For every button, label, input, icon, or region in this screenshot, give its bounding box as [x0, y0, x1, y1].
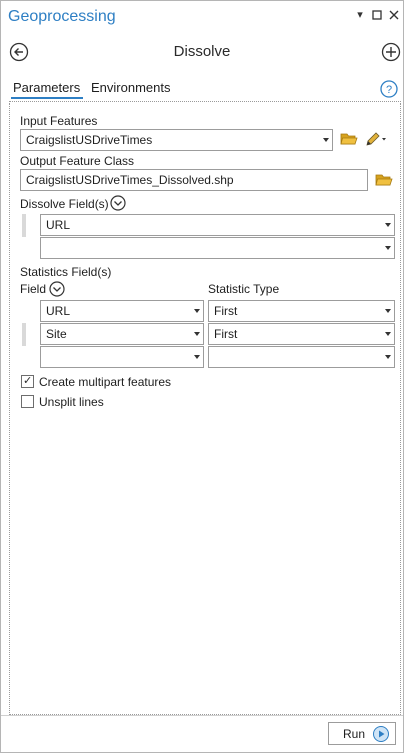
- statistics-field-dropdown-1[interactable]: URL: [40, 300, 204, 322]
- row-handle[interactable]: [22, 323, 26, 346]
- chevron-down-icon: [385, 223, 391, 227]
- statistics-fields-label: Statistics Field(s): [20, 265, 112, 279]
- chevron-down-icon: [194, 355, 200, 359]
- create-multipart-checkbox[interactable]: ✓: [21, 375, 34, 388]
- output-feature-class-value: CraigslistUSDriveTimes_Dissolved.shp: [26, 173, 234, 187]
- output-feature-class-label: Output Feature Class: [20, 154, 135, 168]
- help-button[interactable]: ?: [380, 80, 398, 98]
- tabs-divider: [9, 101, 401, 102]
- active-tab-indicator: [11, 97, 83, 99]
- chevron-down-icon: [323, 138, 329, 142]
- chevron-circle-icon: [49, 281, 65, 297]
- statistic-type-dropdown-1[interactable]: First: [208, 300, 395, 322]
- output-feature-class-input[interactable]: CraigslistUSDriveTimes_Dissolved.shp: [20, 169, 368, 191]
- chevron-down-icon: [385, 246, 391, 250]
- svg-text:?: ?: [386, 84, 392, 96]
- row-handle[interactable]: [22, 214, 26, 237]
- field-column-header: Field: [20, 282, 47, 296]
- pencil-icon: [366, 132, 386, 146]
- add-button[interactable]: [381, 42, 401, 62]
- statistics-field-value: URL: [46, 304, 71, 318]
- statistics-field-dropdown-3[interactable]: [40, 346, 204, 368]
- chevron-down-icon: [385, 332, 391, 336]
- dissolve-fields-label: Dissolve Field(s): [20, 197, 109, 211]
- input-features-value: CraigslistUSDriveTimes: [26, 133, 153, 147]
- plus-circle-icon: [381, 42, 401, 62]
- dissolve-fields-expand-button[interactable]: [110, 195, 126, 211]
- play-icon: [373, 726, 389, 742]
- run-button[interactable]: Run: [328, 722, 396, 745]
- chevron-down-icon: [194, 332, 200, 336]
- close-icon[interactable]: [387, 7, 401, 23]
- input-features-dropdown[interactable]: CraigslistUSDriveTimes: [20, 129, 333, 151]
- chevron-circle-icon: [110, 195, 126, 211]
- statistic-type-column-header: Statistic Type: [208, 282, 280, 296]
- dissolve-field-dropdown-2[interactable]: [40, 237, 395, 259]
- statistics-fields-expand-button[interactable]: [49, 281, 65, 297]
- pane-options-icon[interactable]: ▾: [353, 7, 367, 23]
- statistic-type-dropdown-2[interactable]: First: [208, 323, 395, 345]
- create-multipart-label: Create multipart features: [39, 375, 172, 389]
- statistic-type-value: First: [214, 327, 238, 341]
- pane-title: Geoprocessing: [8, 8, 116, 25]
- help-icon: ?: [380, 80, 398, 98]
- browse-output-button[interactable]: [375, 173, 393, 187]
- folder-icon: [375, 174, 393, 186]
- statistic-type-value: First: [214, 304, 238, 318]
- input-features-label: Input Features: [20, 114, 98, 128]
- maximize-icon[interactable]: [370, 7, 384, 23]
- statistic-type-dropdown-3[interactable]: [208, 346, 395, 368]
- statistics-field-value: Site: [46, 327, 67, 341]
- tab-environments[interactable]: Environments: [91, 80, 170, 95]
- pane-title-bar: Geoprocessing ▾: [1, 1, 403, 33]
- run-button-label: Run: [343, 727, 366, 741]
- dissolve-field-dropdown-1[interactable]: URL: [40, 214, 395, 236]
- parameters-panel: [9, 103, 401, 715]
- dissolve-field-value: URL: [46, 218, 71, 232]
- statistics-field-dropdown-2[interactable]: Site: [40, 323, 204, 345]
- geoprocessing-pane: Geoprocessing ▾ Dissolve Parameters Envi…: [0, 0, 404, 753]
- chevron-down-icon: [194, 309, 200, 313]
- tool-title: Dissolve: [173, 43, 231, 60]
- unsplit-lines-checkbox[interactable]: [21, 395, 34, 408]
- checkmark-icon: ✓: [23, 375, 33, 387]
- browse-input-button[interactable]: [340, 132, 358, 146]
- edit-features-button[interactable]: [365, 130, 387, 148]
- footer-divider: [1, 715, 403, 716]
- chevron-down-icon: [385, 309, 391, 313]
- tab-parameters[interactable]: Parameters: [13, 80, 80, 95]
- folder-icon: [340, 133, 358, 145]
- unsplit-lines-label: Unsplit lines: [39, 395, 104, 409]
- chevron-down-icon: [385, 355, 391, 359]
